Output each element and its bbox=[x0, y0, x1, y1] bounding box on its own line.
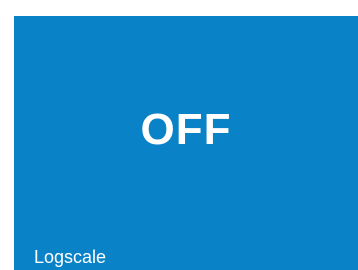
toggle-state-text: OFF bbox=[140, 105, 232, 154]
logscale-toggle-tile[interactable]: OFF Logscale bbox=[14, 16, 358, 270]
tile-label: Logscale bbox=[34, 247, 107, 268]
